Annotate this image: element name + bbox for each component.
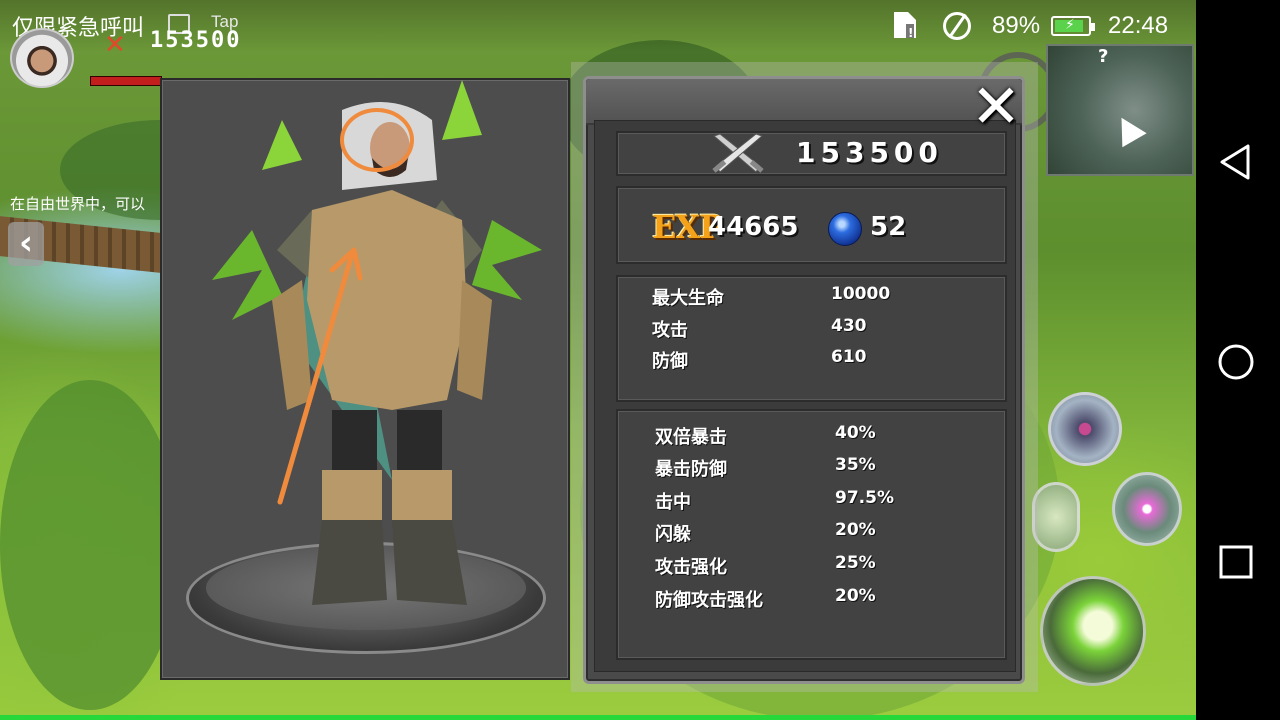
chevron-left-icon[interactable]: ‹ xyxy=(8,222,44,266)
skill-button-3[interactable] xyxy=(1112,472,1182,546)
stat-label: 暴击防御 xyxy=(655,459,727,480)
stat-label: 防御 xyxy=(652,351,688,372)
clock: 22:48 xyxy=(1108,12,1169,39)
square-recents-icon xyxy=(1219,545,1253,579)
notice-text: 在自由世界中，可以 xyxy=(10,195,146,213)
stat-label: 击中 xyxy=(655,492,691,513)
close-button[interactable]: ✕ xyxy=(966,77,1026,137)
svg-text:!: ! xyxy=(908,26,913,40)
nav-recents-button[interactable] xyxy=(1196,530,1280,590)
do-not-disturb-icon xyxy=(943,12,971,40)
android-navigation-bar xyxy=(1196,0,1280,720)
question-icon[interactable]: ? xyxy=(1098,46,1108,67)
stat-value: 10000 xyxy=(831,284,891,304)
attack-button[interactable] xyxy=(1040,576,1146,686)
battery-percent: 89% xyxy=(992,12,1041,39)
triangle-back-icon xyxy=(1220,144,1250,180)
circle-home-icon xyxy=(1218,344,1254,380)
stat-value: 25% xyxy=(835,553,876,573)
bottom-accent-line xyxy=(0,715,1196,720)
combat-power-value: 153500 xyxy=(796,136,943,169)
exp-value: 44665 xyxy=(708,212,799,242)
stat-value: 20% xyxy=(835,520,876,540)
stat-label: 攻击 xyxy=(652,320,688,341)
crossed-swords-icon xyxy=(712,133,764,173)
blue-gem-icon xyxy=(828,212,862,246)
player-position-arrow-icon xyxy=(1109,110,1147,148)
gem-count: 52 xyxy=(870,212,907,242)
stat-value: 20% xyxy=(835,586,876,606)
crossed-swords-icon: ✕ xyxy=(104,30,126,60)
player-avatar[interactable] xyxy=(10,28,74,88)
player-hp-bar xyxy=(90,76,162,86)
stat-value: 610 xyxy=(831,347,867,367)
stat-value: 35% xyxy=(835,455,876,475)
stat-label: 闪躲 xyxy=(655,524,691,545)
minimap[interactable]: ? xyxy=(1046,44,1194,176)
face-highlight-circle xyxy=(340,108,414,172)
no-sim-icon: ! xyxy=(894,12,916,40)
skill-button-1[interactable] xyxy=(1048,392,1122,466)
battery-charging-icon: ⚡ xyxy=(1051,16,1095,36)
stat-value: 97.5% xyxy=(835,488,894,508)
nav-back-button[interactable] xyxy=(1196,130,1280,190)
stat-value: 430 xyxy=(831,316,867,336)
stat-value: 40% xyxy=(835,423,876,443)
stat-label: 防御攻击强化 xyxy=(655,590,763,611)
hud-power-value: 153500 xyxy=(150,28,242,53)
nav-home-button[interactable] xyxy=(1196,330,1280,390)
stat-label: 攻击强化 xyxy=(655,557,727,578)
orange-arrow-annotation xyxy=(277,247,363,505)
stat-label: 最大生命 xyxy=(652,288,724,309)
stat-label: 双倍暴击 xyxy=(655,427,727,448)
skill-button-2[interactable] xyxy=(1032,482,1080,552)
